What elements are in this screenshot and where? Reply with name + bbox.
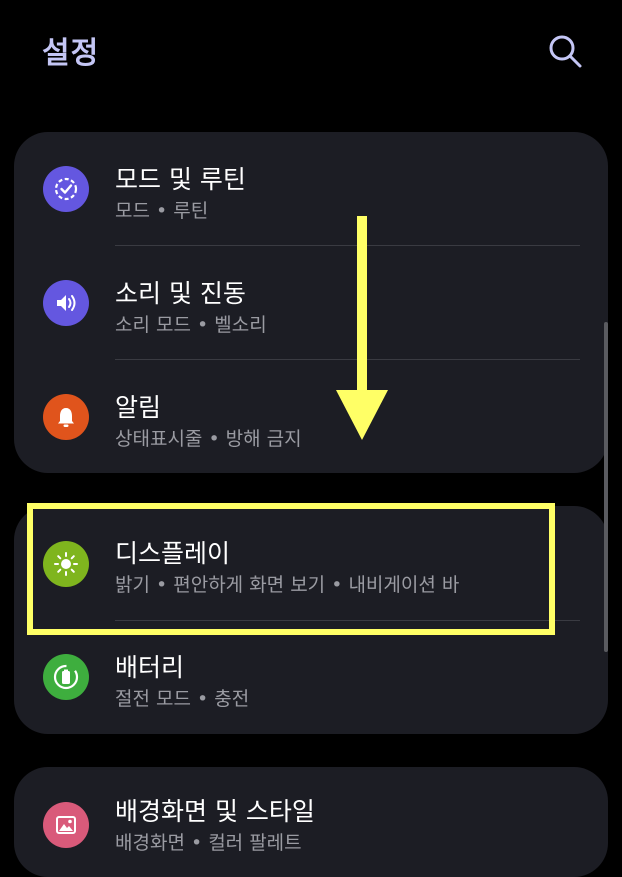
battery-icon	[43, 654, 89, 700]
page-title: 설정	[42, 36, 100, 71]
item-subtitle: 절전 모드 • 충전	[115, 688, 250, 710]
bell-icon	[43, 394, 89, 440]
item-subtitle: 모드 • 루틴	[115, 200, 209, 222]
item-title: 배터리	[115, 653, 185, 682]
speaker-icon	[43, 280, 89, 326]
settings-group-3: 배경화면 및 스타일 배경화면 • 컬러 팔레트	[14, 767, 608, 877]
settings-group-1: 모드 및 루틴 모드 • 루틴 소리 및 진동 소리 모드 • 벨소리 알림 상…	[14, 132, 608, 473]
search-icon	[549, 35, 582, 68]
settings-item-notifications[interactable]: 알림 상태표시줄 • 방해 금지	[14, 360, 608, 473]
settings-item-sound-vibration[interactable]: 소리 및 진동 소리 모드 • 벨소리	[14, 246, 608, 360]
item-title: 모드 및 루틴	[115, 165, 246, 194]
item-title: 알림	[115, 393, 162, 422]
down-arrow-annotation	[336, 216, 388, 440]
item-subtitle: 소리 모드 • 벨소리	[115, 314, 267, 336]
item-title: 소리 및 진동	[115, 279, 246, 308]
settings-item-wallpaper-style[interactable]: 배경화면 및 스타일 배경화면 • 컬러 팔레트	[14, 767, 608, 877]
settings-item-modes-routines[interactable]: 모드 및 루틴 모드 • 루틴	[14, 132, 608, 246]
settings-item-battery[interactable]: 배터리 절전 모드 • 충전	[14, 620, 608, 734]
modes-routines-icon	[43, 166, 89, 212]
item-subtitle: 상태표시줄 • 방해 금지	[115, 428, 302, 450]
wallpaper-icon	[43, 802, 89, 848]
display-highlight-annotation	[27, 503, 555, 635]
scrollbar[interactable]	[604, 322, 608, 652]
item-title: 배경화면 및 스타일	[115, 797, 315, 826]
search-button[interactable]	[546, 32, 584, 70]
